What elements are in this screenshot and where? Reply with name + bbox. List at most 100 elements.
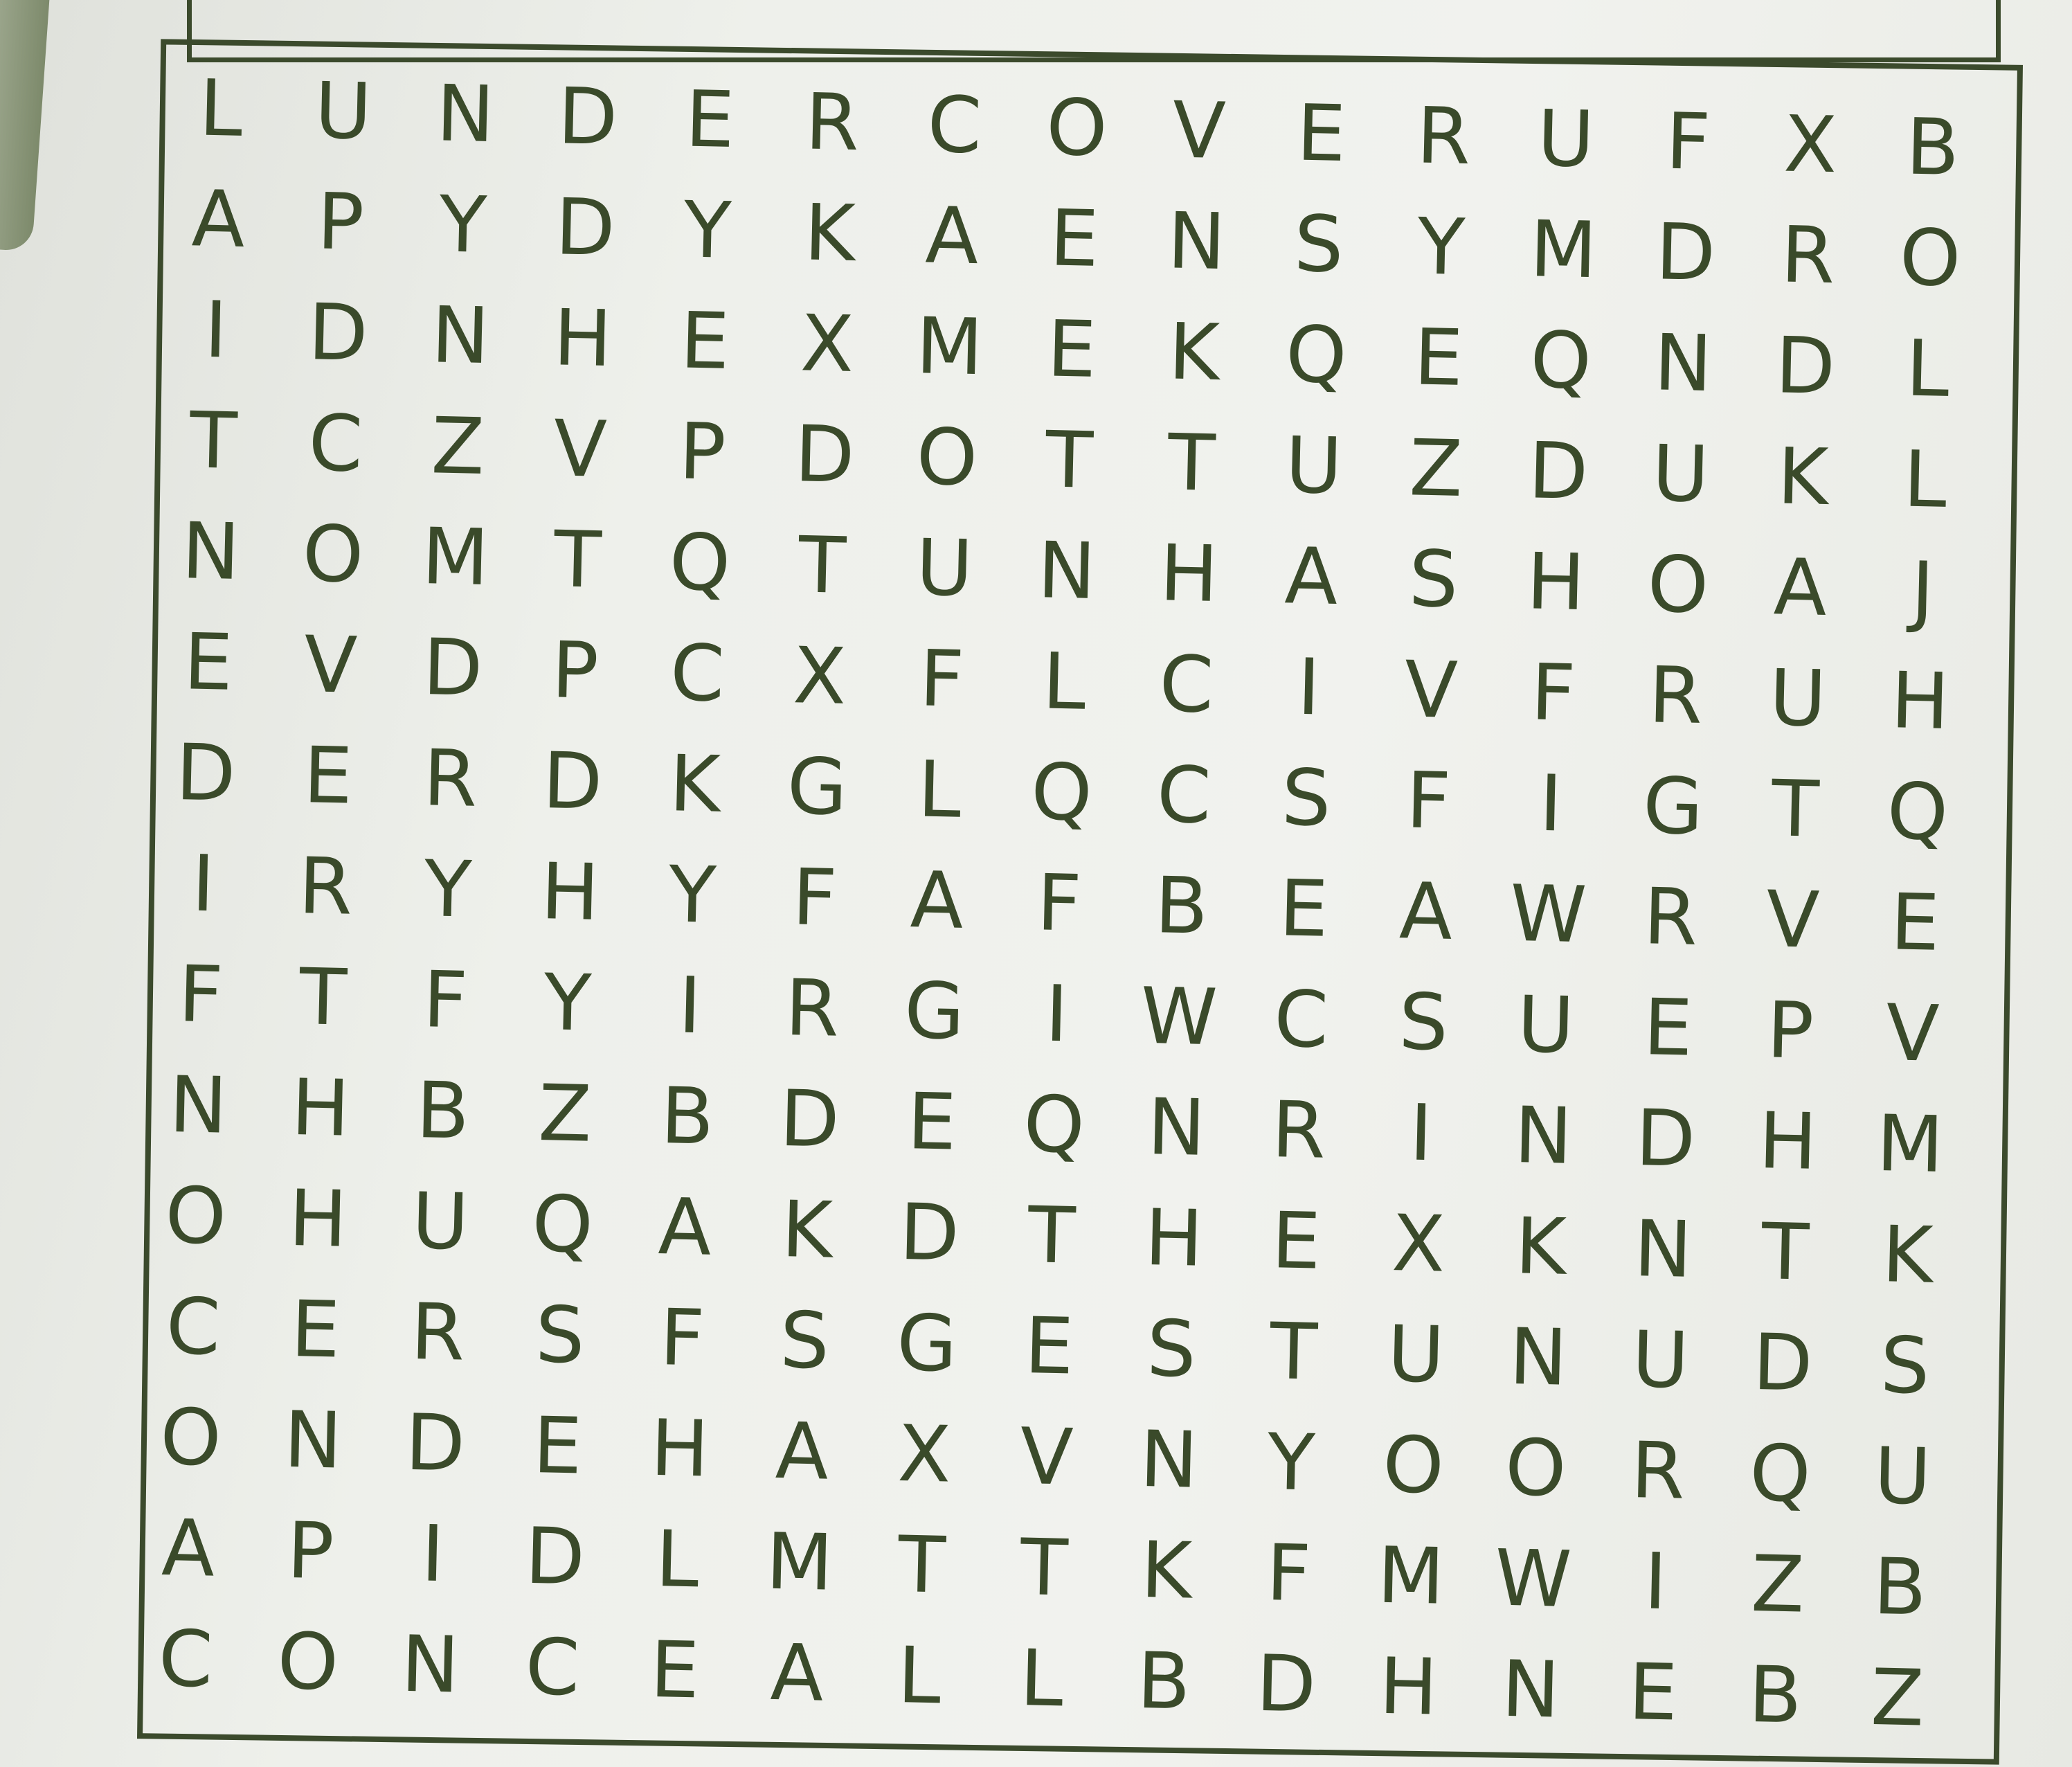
grid-letter[interactable]: H: [521, 282, 645, 395]
grid-letter[interactable]: Q: [500, 1168, 624, 1282]
grid-letter[interactable]: E: [613, 1614, 737, 1728]
grid-letter[interactable]: E: [1376, 301, 1501, 415]
grid-letter[interactable]: U: [1353, 1298, 1478, 1412]
grid-letter[interactable]: S: [498, 1279, 622, 1392]
grid-letter[interactable]: L: [1865, 312, 1990, 426]
grid-letter[interactable]: T: [1007, 404, 1131, 517]
grid-letter[interactable]: M: [887, 290, 1011, 404]
grid-letter[interactable]: V: [1137, 74, 1261, 188]
grid-letter[interactable]: D: [523, 171, 647, 285]
grid-letter[interactable]: F: [1366, 744, 1490, 858]
grid-letter[interactable]: H: [258, 1052, 383, 1165]
grid-letter[interactable]: E: [1241, 852, 1366, 966]
grid-letter[interactable]: H: [618, 1392, 742, 1506]
grid-letter[interactable]: E: [146, 606, 271, 719]
grid-letter[interactable]: V: [268, 609, 393, 722]
grid-letter[interactable]: D: [143, 717, 268, 830]
grid-letter[interactable]: D: [1720, 1307, 1845, 1420]
grid-letter[interactable]: V: [1850, 977, 1975, 1091]
grid-letter[interactable]: D: [747, 1063, 872, 1176]
grid-letter[interactable]: Y: [1379, 190, 1504, 304]
grid-letter[interactable]: M: [737, 1506, 862, 1620]
grid-letter[interactable]: I: [154, 273, 278, 387]
grid-letter[interactable]: D: [276, 276, 400, 390]
grid-letter[interactable]: I: [1246, 631, 1371, 744]
grid-letter[interactable]: Y: [505, 947, 630, 1060]
grid-letter[interactable]: E: [1259, 77, 1384, 190]
grid-letter[interactable]: I: [994, 958, 1119, 1071]
grid-letter[interactable]: A: [890, 179, 1014, 293]
grid-letter[interactable]: T: [1723, 1196, 1848, 1309]
grid-letter[interactable]: R: [1745, 199, 1870, 312]
grid-letter[interactable]: E: [253, 1273, 378, 1387]
grid-letter[interactable]: D: [1623, 196, 1748, 310]
grid-letter[interactable]: C: [1121, 739, 1246, 852]
grid-letter[interactable]: D: [762, 398, 887, 512]
grid-letter[interactable]: M: [1501, 193, 1625, 307]
grid-letter[interactable]: N: [1114, 1071, 1238, 1185]
grid-letter[interactable]: W: [1471, 1523, 1596, 1636]
grid-letter[interactable]: S: [1371, 523, 1496, 636]
grid-letter[interactable]: O: [1616, 528, 1740, 642]
grid-letter[interactable]: R: [1608, 861, 1733, 974]
grid-letter[interactable]: F: [753, 841, 877, 955]
grid-letter[interactable]: O: [1351, 1409, 1476, 1523]
grid-letter[interactable]: S: [1109, 1293, 1234, 1406]
grid-letter[interactable]: U: [1252, 409, 1376, 523]
grid-letter[interactable]: F: [138, 938, 263, 1052]
grid-letter[interactable]: K: [1478, 1190, 1603, 1304]
grid-letter[interactable]: I: [141, 827, 266, 941]
grid-letter[interactable]: M: [1349, 1520, 1473, 1633]
grid-letter[interactable]: H: [255, 1163, 380, 1276]
grid-letter[interactable]: L: [159, 52, 283, 165]
grid-letter[interactable]: B: [381, 1055, 505, 1168]
grid-letter[interactable]: N: [1621, 307, 1745, 420]
grid-letter[interactable]: Y: [645, 174, 770, 287]
grid-letter[interactable]: A: [1738, 531, 1862, 645]
grid-letter[interactable]: P: [640, 395, 765, 509]
grid-letter[interactable]: P: [1728, 974, 1853, 1088]
grid-letter[interactable]: K: [633, 728, 757, 841]
grid-letter[interactable]: A: [735, 1617, 859, 1730]
grid-letter[interactable]: M: [1848, 1088, 1972, 1201]
grid-letter[interactable]: E: [495, 1390, 620, 1503]
grid-letter[interactable]: O: [1473, 1412, 1598, 1525]
grid-letter[interactable]: O: [128, 1381, 253, 1495]
grid-letter[interactable]: Q: [1855, 755, 1980, 869]
grid-letter[interactable]: T: [261, 941, 386, 1055]
grid-letter[interactable]: Z: [1835, 1642, 1960, 1755]
grid-letter[interactable]: D: [1743, 310, 1868, 423]
grid-letter[interactable]: E: [1234, 1185, 1358, 1298]
grid-letter[interactable]: R: [1236, 1074, 1361, 1187]
grid-letter[interactable]: U: [281, 55, 406, 168]
grid-letter[interactable]: I: [1358, 1077, 1483, 1190]
grid-letter[interactable]: C: [892, 69, 1017, 182]
grid-letter[interactable]: S: [1361, 966, 1486, 1079]
grid-letter[interactable]: D: [867, 1176, 991, 1290]
grid-letter[interactable]: I: [1488, 747, 1613, 861]
grid-letter[interactable]: C: [1238, 963, 1363, 1077]
grid-letter[interactable]: R: [1613, 639, 1738, 753]
grid-letter[interactable]: E: [647, 63, 772, 177]
grid-letter[interactable]: T: [859, 1509, 984, 1622]
grid-letter[interactable]: X: [862, 1398, 987, 1512]
grid-letter[interactable]: R: [375, 1276, 500, 1390]
grid-letter[interactable]: V: [984, 1401, 1109, 1514]
grid-letter[interactable]: E: [1009, 293, 1134, 406]
grid-letter[interactable]: S: [1843, 1309, 1967, 1423]
grid-letter[interactable]: X: [765, 287, 890, 401]
grid-letter[interactable]: D: [1603, 1082, 1728, 1196]
grid-letter[interactable]: E: [1853, 866, 1977, 980]
grid-letter[interactable]: T: [151, 384, 276, 498]
grid-letter[interactable]: H: [1857, 645, 1982, 758]
grid-letter[interactable]: Z: [1715, 1528, 1840, 1642]
grid-letter[interactable]: N: [1005, 514, 1129, 628]
grid-letter[interactable]: C: [123, 1603, 248, 1716]
grid-letter[interactable]: T: [1733, 753, 1857, 866]
grid-letter[interactable]: T: [1129, 406, 1254, 520]
grid-letter[interactable]: F: [1625, 85, 1750, 199]
grid-letter[interactable]: H: [1112, 1182, 1236, 1295]
grid-letter[interactable]: L: [1002, 625, 1126, 739]
grid-letter[interactable]: A: [1364, 855, 1488, 969]
grid-letter[interactable]: N: [1601, 1193, 1725, 1307]
